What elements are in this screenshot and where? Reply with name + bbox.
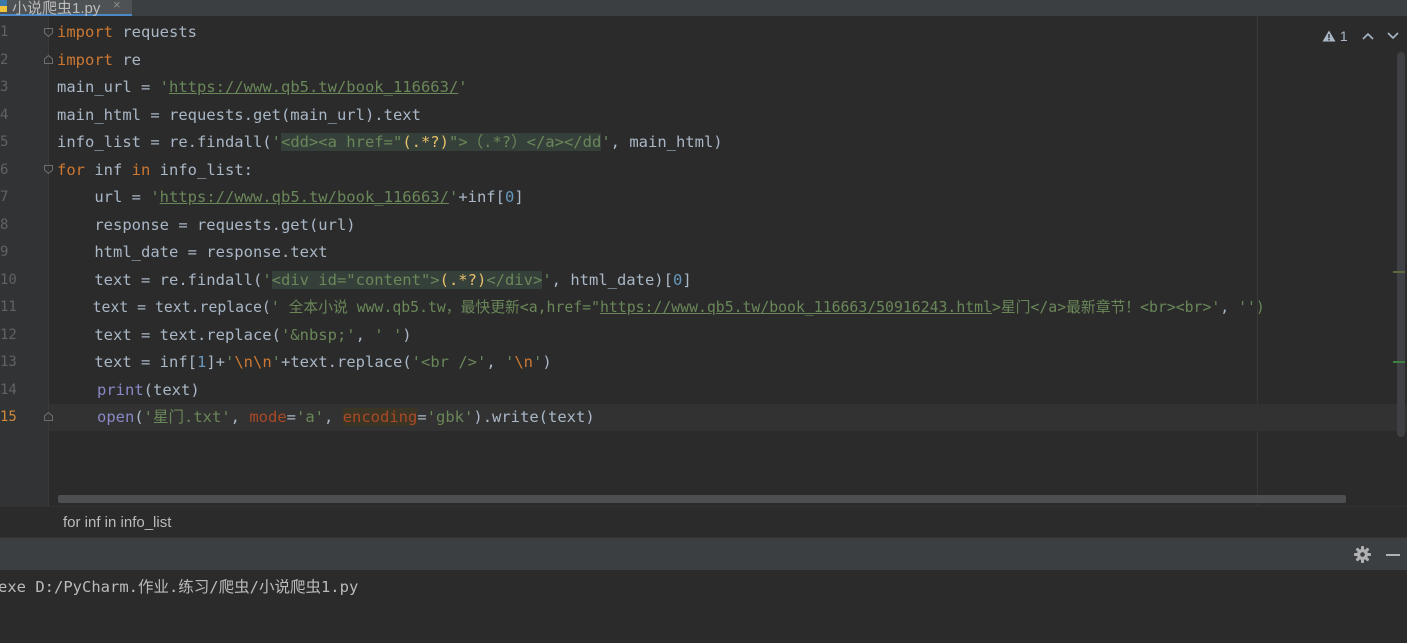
code-line-12[interactable]: text = text.replace('&nbsp;', ' ') xyxy=(57,322,411,350)
line-number: 14 xyxy=(0,381,17,398)
url-link[interactable]: https://www.qb5.tw/book_116663/ xyxy=(169,78,458,96)
warning-marker[interactable] xyxy=(1393,271,1405,273)
horizontal-scrollbar[interactable] xyxy=(58,495,1346,503)
fold-end-icon[interactable] xyxy=(44,412,53,421)
breadcrumb: for inf in info_list xyxy=(0,506,1407,538)
line-number-gutter: 1 2 3 4 5 6 7 8 9 10 11 12 13 14 15 xyxy=(0,16,48,506)
code-line-6[interactable]: for inf in info_list: xyxy=(57,157,253,185)
line-number: 6 xyxy=(0,161,9,178)
gutter-divider xyxy=(48,16,49,506)
line-number: 1 xyxy=(0,24,9,40)
minimize-icon[interactable] xyxy=(1386,554,1400,556)
line-number: 7 xyxy=(0,189,9,205)
url-link[interactable]: https://www.qb5.tw/book_116663/ xyxy=(160,188,449,206)
chevron-down-icon[interactable] xyxy=(1387,32,1400,40)
warning-icon xyxy=(1322,30,1336,42)
line-number: 11 xyxy=(0,299,17,315)
code-line-7[interactable]: url = 'https://www.qb5.tw/book_116663/'+… xyxy=(57,184,523,212)
change-marker[interactable] xyxy=(1393,361,1405,363)
code-line-9[interactable]: html_date = response.text xyxy=(57,239,327,267)
code-line-4[interactable]: main_html = requests.get(main_url).text xyxy=(57,102,421,130)
line-number-current: 15 xyxy=(0,409,17,425)
code-line-10[interactable]: text = re.findall('<div id="content">(.*… xyxy=(57,267,692,295)
fold-end-icon[interactable] xyxy=(44,55,53,64)
tab-file[interactable]: 小说爬虫1.py × xyxy=(0,0,132,17)
editor-tab-bar: 小说爬虫1.py × xyxy=(0,0,1407,17)
code-line-8[interactable]: response = requests.get(url) xyxy=(57,212,355,240)
right-margin-guide xyxy=(1257,16,1258,506)
run-console[interactable]: exe D:/PyCharm.作业.练习/爬虫/小说爬虫1.py xyxy=(0,570,1407,643)
url-link[interactable]: https://www.qb5.tw/book_116663/50916243.… xyxy=(600,299,992,316)
run-panel-header xyxy=(0,537,1407,571)
python-file-icon xyxy=(0,0,7,12)
close-icon[interactable]: × xyxy=(113,0,121,12)
line-number: 3 xyxy=(0,79,9,95)
line-number: 8 xyxy=(0,216,9,233)
console-output: exe D:/PyCharm.作业.练习/爬虫/小说爬虫1.py xyxy=(0,578,359,596)
code-line-1[interactable]: import requests xyxy=(57,19,197,47)
line-number: 4 xyxy=(0,106,9,123)
code-line-2[interactable]: import re xyxy=(57,47,141,75)
code-line-14[interactable]: print(text) xyxy=(97,377,200,405)
line-number: 2 xyxy=(0,51,9,68)
chevron-up-icon[interactable] xyxy=(1362,32,1374,40)
line-number: 12 xyxy=(0,326,17,343)
code-editor[interactable]: 1 2 3 4 5 6 7 8 9 10 11 12 13 14 15 impo… xyxy=(0,16,1407,506)
line-number: 13 xyxy=(0,354,17,370)
line-number: 9 xyxy=(0,244,9,260)
inspection-widget[interactable]: 1 xyxy=(1322,28,1400,44)
code-line-15[interactable]: open('星门.txt', mode='a', encoding='gbk')… xyxy=(97,404,595,432)
line-number: 5 xyxy=(0,134,9,150)
fold-start-icon[interactable] xyxy=(44,28,53,37)
code-line-5[interactable]: info_list = re.findall('<dd><a href="(.*… xyxy=(57,129,723,157)
vertical-scrollbar[interactable] xyxy=(1397,52,1405,437)
gear-icon[interactable] xyxy=(1354,546,1371,563)
code-line-3[interactable]: main_url = 'https://www.qb5.tw/book_1166… xyxy=(57,74,468,102)
code-line-13[interactable]: text = inf[1]+'\n\n'+text.replace('<br /… xyxy=(57,349,551,377)
fold-start-icon[interactable] xyxy=(44,165,53,174)
breadcrumb-item[interactable]: for inf in info_list xyxy=(63,514,171,531)
line-number: 10 xyxy=(0,271,17,288)
warning-count: 1 xyxy=(1339,28,1348,44)
code-line-11[interactable]: text = text.replace(' 全本小说 www.qb5.tw，最快… xyxy=(57,294,1265,322)
